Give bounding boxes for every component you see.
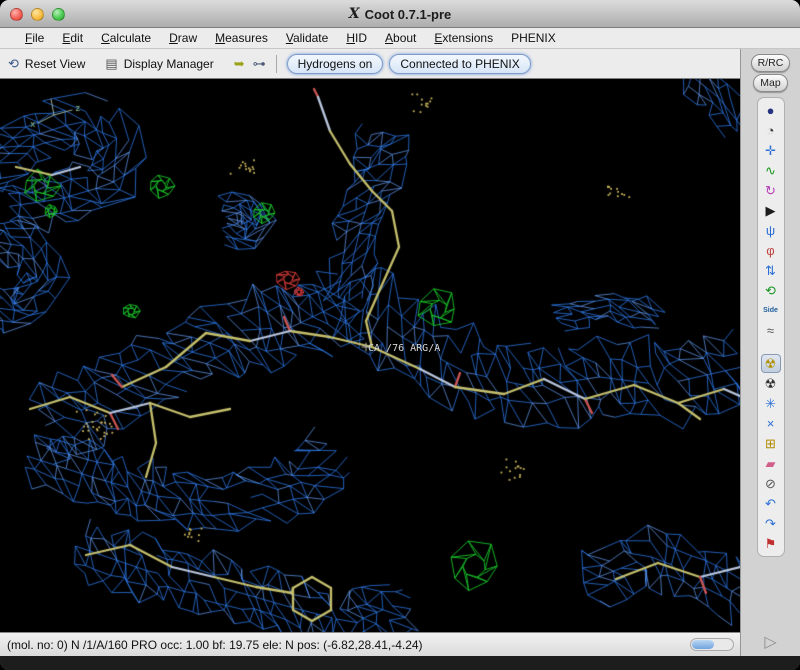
model-tools-palette: ● ◔ ✛ ∿ ↻ ▶ ψ φ ⇅ ⟲ Side ≈ ☢ ☢ ✳ × ⊞ ▰ ⊘ ↶ ↷ ⚑ [756,97,785,557]
redo-arrow-icon[interactable]: ↷ [761,514,781,533]
rrc-button[interactable]: R/RC [750,54,791,72]
reset-view-button[interactable]: Reset View [25,57,85,71]
right-toolbar: R/RC Map ● ◔ ✛ ∿ ↻ ▶ ψ φ ⇅ ⟲ Side ≈ ☢ ☢ ✳ × ⊞ ▰ ⊘ ↶ ↷ ⚑ ▷ [740,49,800,656]
wave-icon[interactable]: ≈ [761,321,781,340]
undo-arrow-icon[interactable]: ↶ [761,494,781,513]
menu-file[interactable]: File [16,31,53,45]
x11-icon: X [348,6,360,22]
toolbar-separator [275,54,277,73]
title-bar[interactable]: X Coot 0.7.1-pre [0,0,800,28]
go-to-atom-icon[interactable]: ⊶ [253,57,266,70]
menu-validate[interactable]: Validate [277,31,338,45]
viewport[interactable]: CA /76 ARG/A [0,79,740,632]
menu-calculate[interactable]: Calculate [92,31,160,45]
reset-view-icon: ⟲ [8,56,19,71]
play-triangle-icon[interactable]: ▶ [761,201,781,220]
up-down-arrows-icon[interactable]: ⇅ [761,261,781,280]
menu-phenix[interactable]: PHENIX [502,31,565,45]
menu-bar: File Edit Calculate Draw Measures Validate HID… [0,28,800,49]
menu-measures[interactable]: Measures [206,31,277,45]
hydrogens-toggle-button[interactable]: Hydrogens on [286,53,384,74]
sphere-icon[interactable]: ● [761,101,781,120]
menu-draw[interactable]: Draw [160,31,206,45]
rotate-ccw-icon[interactable]: ⟲ [761,281,781,300]
menu-extensions[interactable]: Extensions [425,31,502,45]
plus-square-icon[interactable]: ⊞ [761,434,781,453]
traffic-lights [10,8,65,21]
side-chain-icon[interactable]: Side [761,301,781,320]
go-to-ligand-icon[interactable]: ➥ [234,57,245,70]
coot-window: X Coot 0.7.1-pre File Edit Calculate Draw Me… [0,0,800,670]
status-scrollbar[interactable] [690,638,734,651]
window-title-text: Coot 0.7.1-pre [364,6,452,22]
cross-icon[interactable]: × [761,414,781,433]
eraser-icon[interactable]: ▰ [761,454,781,473]
psi-angle-icon[interactable]: ψ [761,221,781,240]
menu-edit[interactable]: Edit [53,31,92,45]
status-text: (mol. no: 0) N /1/A/160 PRO occ: 1.00 bf… [7,637,423,652]
rotate-cw-icon[interactable]: ↻ [761,181,781,200]
asterisk-icon[interactable]: ✳ [761,394,781,413]
close-button[interactable] [10,8,23,21]
map-button[interactable]: Map [753,74,788,92]
move-arrows-icon[interactable]: ✛ [761,141,781,160]
display-manager-button[interactable]: Display Manager [124,57,214,71]
density-canvas[interactable] [0,79,740,632]
radiation-dark-icon[interactable]: ☢ [761,374,781,393]
window-title: X Coot 0.7.1-pre [0,0,800,28]
window-bottom-edge [0,656,800,670]
trash-icon[interactable]: ⊘ [761,474,781,493]
run-script-icon[interactable]: ▷ [764,632,776,656]
clock-icon[interactable]: ◔ [761,121,781,140]
phi-angle-icon[interactable]: φ [761,241,781,260]
radiation-icon[interactable]: ☢ [760,354,781,373]
zoom-button[interactable] [52,8,65,21]
menu-about[interactable]: About [376,31,425,45]
menu-hid[interactable]: HID [337,31,376,45]
toolbar: ⟲ Reset View ▤ Display Manager ➥ ⊶ Hydrog… [0,49,740,79]
phenix-connection-button[interactable]: Connected to PHENIX [389,53,531,74]
sine-wave-icon[interactable]: ∿ [761,161,781,180]
minimize-button[interactable] [31,8,44,21]
scrollbar-thumb[interactable] [692,640,714,649]
flag-icon[interactable]: ⚑ [761,534,781,553]
status-bar: (mol. no: 0) N /1/A/160 PRO occ: 1.00 bf… [0,632,740,656]
display-manager-icon: ▤ [105,56,118,71]
